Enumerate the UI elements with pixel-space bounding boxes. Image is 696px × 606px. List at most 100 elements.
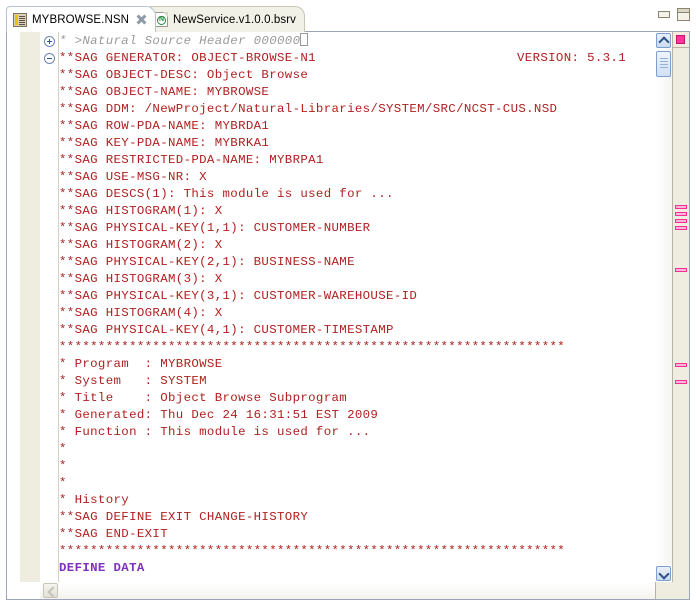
code-line-text: * >Natural Source Header 000000 xyxy=(59,34,301,48)
business-service-icon: N xyxy=(154,12,168,27)
scrollbar-corner xyxy=(655,582,689,599)
scroll-down-button[interactable] xyxy=(656,566,671,581)
code-line[interactable]: **SAG USE-MSG-NR: X xyxy=(59,169,655,186)
code-line[interactable]: * >Natural Source Header 000000 xyxy=(59,33,655,50)
code-line-text: * xyxy=(59,476,67,490)
code-line[interactable]: **SAG END-EXIT xyxy=(59,526,655,543)
overview-ruler-mark[interactable] xyxy=(675,363,687,367)
code-line[interactable]: * History xyxy=(59,492,655,509)
code-line-text: **SAG END-EXIT xyxy=(59,527,168,541)
overview-ruler-mark[interactable] xyxy=(675,268,687,272)
code-line[interactable]: * Program : MYBROWSE xyxy=(59,356,655,373)
code-line[interactable]: **SAG HISTOGRAM(3): X xyxy=(59,271,655,288)
code-viewport[interactable]: * >Natural Source Header 000000 **SAG GEN… xyxy=(59,32,655,582)
code-line-text: DEFINE DATA xyxy=(59,561,145,575)
code-line-text: **SAG HISTOGRAM(3): X xyxy=(59,272,223,286)
annotation-gutter[interactable] xyxy=(20,32,41,599)
source-editor[interactable]: * >Natural Source Header 000000 **SAG GEN… xyxy=(6,31,690,600)
chevron-up-icon xyxy=(658,36,670,48)
code-line-text: * xyxy=(59,459,67,473)
overview-ruler[interactable] xyxy=(672,32,689,582)
code-content[interactable]: * >Natural Source Header 000000 **SAG GEN… xyxy=(59,33,655,577)
code-line-text: **SAG DEFINE EXIT CHANGE-HISTORY xyxy=(59,510,309,524)
code-line[interactable]: **SAG HISTOGRAM(4): X xyxy=(59,305,655,322)
natural-source-icon xyxy=(13,12,27,27)
vertical-scroll-thumb[interactable] xyxy=(656,51,671,77)
code-line-text: **SAG KEY-PDA-NAME: MYBRKA1 xyxy=(59,136,270,150)
code-line-text: * Function : This module is used for ... xyxy=(59,425,371,439)
vertical-scrollbar[interactable] xyxy=(655,32,672,582)
horizontal-scroll-track[interactable] xyxy=(40,582,655,599)
code-line[interactable]: **SAG PHYSICAL-KEY(2,1): BUSINESS-NAME xyxy=(59,254,655,271)
tab-newservice-bsrv[interactable]: N NewService.v1.0.0.bsrv xyxy=(147,6,305,32)
code-line[interactable]: **SAG DESCS(1): This module is used for … xyxy=(59,186,655,203)
scroll-left-button[interactable] xyxy=(43,583,59,598)
code-line-text: * Generated: Thu Dec 24 16:31:51 EST 200… xyxy=(59,408,379,422)
code-line-text: **SAG HISTOGRAM(4): X xyxy=(59,306,223,320)
overview-ruler-mark[interactable] xyxy=(675,226,687,230)
scroll-thumb-grip-icon xyxy=(660,58,668,59)
code-line[interactable]: * Generated: Thu Dec 24 16:31:51 EST 200… xyxy=(59,407,655,424)
window-controls xyxy=(658,8,690,21)
minimize-icon[interactable] xyxy=(658,11,670,18)
text-caret xyxy=(300,33,309,46)
overview-ruler-header[interactable] xyxy=(673,32,689,48)
code-line[interactable]: **SAG RESTRICTED-PDA-NAME: MYBRPA1 xyxy=(59,152,655,169)
code-line-text: **SAG RESTRICTED-PDA-NAME: MYBRPA1 xyxy=(59,153,324,167)
code-line[interactable]: **SAG OBJECT-DESC: Object Browse xyxy=(59,67,655,84)
fold-collapse-icon[interactable] xyxy=(44,53,55,64)
window-bottom-strip xyxy=(0,600,696,606)
code-line[interactable]: **SAG KEY-PDA-NAME: MYBRKA1 xyxy=(59,135,655,152)
tab-mybrowse-nsn-label: MYBROWSE.NSN xyxy=(32,13,130,26)
code-line[interactable]: * System : SYSTEM xyxy=(59,373,655,390)
code-line[interactable]: **SAG PHYSICAL-KEY(4,1): CUSTOMER-TIMEST… xyxy=(59,322,655,339)
code-line[interactable]: **SAG GENERATOR: OBJECT-BROWSE-N1 VERSION… xyxy=(59,50,655,67)
close-icon[interactable] xyxy=(136,14,147,25)
error-overview-icon xyxy=(676,35,685,44)
code-line[interactable]: DEFINE DATA xyxy=(59,560,655,577)
vertical-scroll-track[interactable] xyxy=(655,49,672,565)
code-line-text: **SAG USE-MSG-NR: X xyxy=(59,170,207,184)
natural-badge-icon: N xyxy=(157,16,166,25)
tab-mybrowse-nsn[interactable]: MYBROWSE.NSN xyxy=(6,6,157,32)
code-line-text: ****************************************… xyxy=(59,544,566,558)
code-line[interactable]: * xyxy=(59,441,655,458)
code-line-text: **SAG HISTOGRAM(2): X xyxy=(59,238,223,252)
horizontal-scrollbar[interactable] xyxy=(7,582,689,599)
scroll-up-button[interactable] xyxy=(656,33,671,48)
overview-ruler-mark[interactable] xyxy=(675,380,687,384)
code-line[interactable]: * xyxy=(59,475,655,492)
code-line-text: **SAG ROW-PDA-NAME: MYBRDA1 xyxy=(59,119,270,133)
code-line[interactable]: ****************************************… xyxy=(59,543,655,560)
code-line-text: * History xyxy=(59,493,130,507)
code-line[interactable]: ****************************************… xyxy=(59,339,655,356)
code-line-text: * Program : MYBROWSE xyxy=(59,357,223,371)
code-line[interactable]: **SAG PHYSICAL-KEY(1,1): CUSTOMER-NUMBER xyxy=(59,220,655,237)
maximize-icon[interactable] xyxy=(677,8,690,21)
code-line-text: **SAG PHYSICAL-KEY(2,1): BUSINESS-NAME xyxy=(59,255,355,269)
overview-ruler-mark[interactable] xyxy=(675,212,687,216)
folding-gutter[interactable] xyxy=(41,32,59,599)
code-line[interactable]: **SAG HISTOGRAM(1): X xyxy=(59,203,655,220)
code-line-text: **SAG PHYSICAL-KEY(1,1): CUSTOMER-NUMBER xyxy=(59,221,371,235)
code-line[interactable]: * Title : Object Browse Subprogram xyxy=(59,390,655,407)
chevron-down-icon xyxy=(658,568,670,580)
code-line-text: **SAG HISTOGRAM(1): X xyxy=(59,204,223,218)
code-line[interactable]: **SAG DDM: /NewProject/Natural-Libraries… xyxy=(59,101,655,118)
code-line[interactable]: **SAG ROW-PDA-NAME: MYBRDA1 xyxy=(59,118,655,135)
code-line-text: * xyxy=(59,442,67,456)
code-line[interactable]: **SAG DEFINE EXIT CHANGE-HISTORY xyxy=(59,509,655,526)
fold-expand-icon[interactable] xyxy=(44,36,55,47)
overview-ruler-mark[interactable] xyxy=(675,219,687,223)
code-line-text: **SAG GENERATOR: OBJECT-BROWSE-N1 xyxy=(59,51,316,65)
overview-ruler-mark[interactable] xyxy=(675,205,687,209)
code-line[interactable]: * xyxy=(59,458,655,475)
code-line-right-text: VERSION: 5.3.1 xyxy=(517,51,626,65)
code-line-text: **SAG PHYSICAL-KEY(3,1): CUSTOMER-WAREHO… xyxy=(59,289,418,303)
tab-newservice-bsrv-label: NewService.v1.0.0.bsrv xyxy=(173,13,296,26)
code-line[interactable]: **SAG PHYSICAL-KEY(3,1): CUSTOMER-WAREHO… xyxy=(59,288,655,305)
code-line[interactable]: **SAG OBJECT-NAME: MYBROWSE xyxy=(59,84,655,101)
code-line[interactable]: * Function : This module is used for ... xyxy=(59,424,655,441)
code-line[interactable]: **SAG HISTOGRAM(2): X xyxy=(59,237,655,254)
chevron-left-icon xyxy=(47,586,59,598)
